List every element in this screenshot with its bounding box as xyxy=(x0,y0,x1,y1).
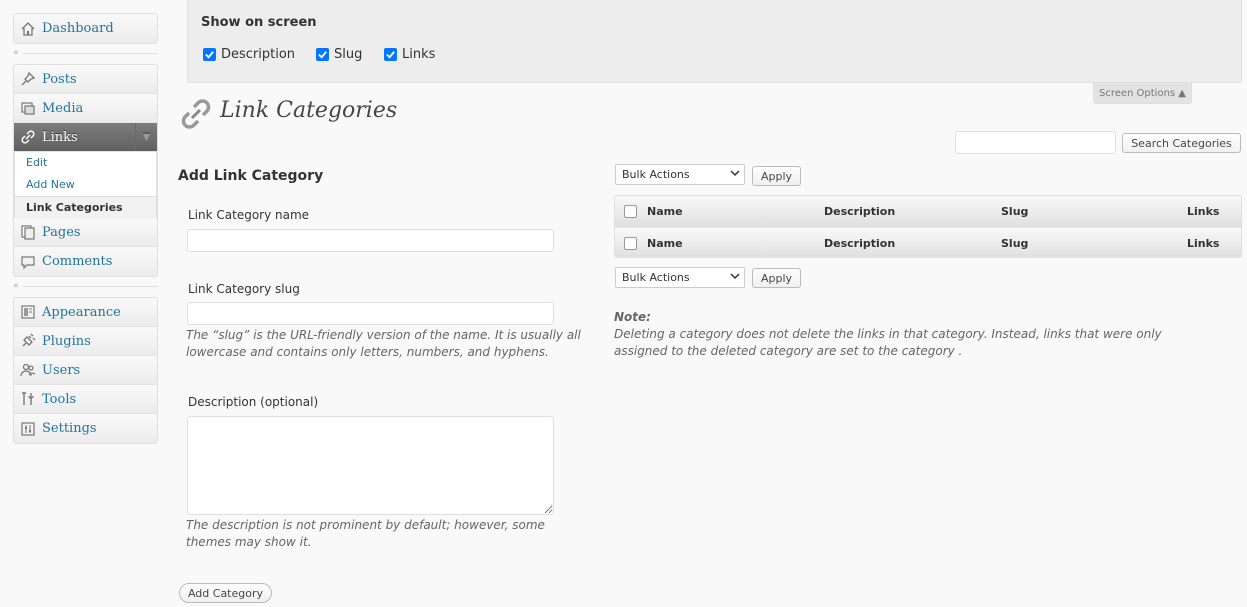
column-description[interactable]: Description xyxy=(824,205,895,218)
table-footer: Name Description Slug Links xyxy=(615,227,1241,257)
menu-group-content: Posts Media Links ▼ Edit Add New Link Ca… xyxy=(13,64,158,277)
column-name[interactable]: Name xyxy=(647,205,683,218)
bulk-actions-value: Bulk Actions xyxy=(622,271,690,284)
menu-settings-label: Settings xyxy=(42,421,97,436)
comment-icon xyxy=(20,254,36,270)
menu-plugins[interactable]: Plugins xyxy=(14,327,157,356)
add-category-heading: Add Link Category xyxy=(178,168,324,184)
admin-menu: Dashboard « Posts Media Links ▼ Edit Add… xyxy=(13,13,158,444)
chevron-down-icon xyxy=(730,168,740,181)
users-icon xyxy=(20,362,36,378)
chevron-down-icon xyxy=(730,271,740,284)
slug-hint: The “slug” is the URL-friendly version o… xyxy=(186,328,581,359)
menu-settings[interactable]: Settings xyxy=(14,414,157,443)
bulk-actions-value: Bulk Actions xyxy=(622,168,690,181)
option-description[interactable]: Description xyxy=(203,47,295,62)
menu-posts-label: Posts xyxy=(42,71,77,87)
link-icon xyxy=(178,96,214,132)
checkbox-icon[interactable] xyxy=(316,48,329,61)
screen-options-panel: Show on screen Description Slug Links xyxy=(187,0,1242,83)
plug-icon xyxy=(20,333,36,349)
menu-users-label: Users xyxy=(42,362,81,378)
search-categories-button[interactable]: Search Categories xyxy=(1122,133,1241,153)
bulk-actions-select-bottom[interactable]: Bulk Actions xyxy=(615,267,745,288)
menu-tools[interactable]: Tools xyxy=(14,385,157,414)
column-links[interactable]: Links xyxy=(1187,205,1219,218)
search-input[interactable] xyxy=(955,131,1116,154)
categories-table: Name Description Slug Links Name Descrip… xyxy=(614,195,1242,258)
name-label: Link Category name xyxy=(188,208,310,222)
menu-pages[interactable]: Pages xyxy=(14,218,157,247)
menu-pages-label: Pages xyxy=(42,224,81,240)
menu-links[interactable]: Links ▼ xyxy=(14,123,157,152)
table-header: Name Description Slug Links xyxy=(615,196,1241,227)
option-links-label: Links xyxy=(402,47,436,62)
option-slug[interactable]: Slug xyxy=(316,47,362,62)
menu-group-admin: Appearance Plugins Users Tools Settings xyxy=(13,297,158,444)
submenu-edit[interactable]: Edit xyxy=(15,152,156,174)
menu-separator-2[interactable]: « xyxy=(13,277,158,297)
column-links[interactable]: Links xyxy=(1187,237,1219,250)
name-input[interactable] xyxy=(187,229,554,252)
add-category-button[interactable]: Add Category xyxy=(179,583,272,603)
submenu-add-new[interactable]: Add New xyxy=(15,174,156,196)
note-title: Note: xyxy=(614,310,651,324)
menu-plugins-label: Plugins xyxy=(42,333,91,349)
dashboard-icon xyxy=(20,21,36,37)
menu-dashboard[interactable]: Dashboard xyxy=(14,14,157,43)
screen-options-heading: Show on screen xyxy=(201,15,317,30)
media-icon xyxy=(20,100,36,116)
links-submenu: Edit Add New Link Categories xyxy=(14,152,157,218)
select-all-checkbox[interactable] xyxy=(624,236,637,250)
menu-comments[interactable]: Comments xyxy=(14,247,157,276)
column-slug[interactable]: Slug xyxy=(1001,205,1028,218)
menu-links-label: Links xyxy=(42,129,78,145)
checkbox-icon[interactable] xyxy=(384,48,397,61)
submenu-link-categories[interactable]: Link Categories xyxy=(15,196,156,218)
settings-icon xyxy=(20,421,36,437)
menu-dashboard-label: Dashboard xyxy=(42,21,114,36)
menu-tools-label: Tools xyxy=(42,391,77,407)
menu-appearance-label: Appearance xyxy=(42,304,121,320)
pages-icon xyxy=(20,224,36,240)
menu-toggle-icon[interactable]: ▼ xyxy=(135,123,157,151)
appearance-icon xyxy=(20,304,36,320)
menu-comments-label: Comments xyxy=(42,254,113,269)
slug-label: Link Category slug xyxy=(188,282,300,296)
menu-separator[interactable]: « xyxy=(13,44,158,64)
tools-icon xyxy=(20,391,36,407)
option-links[interactable]: Links xyxy=(384,47,435,62)
option-slug-label: Slug xyxy=(334,47,363,62)
column-slug[interactable]: Slug xyxy=(1001,237,1028,250)
column-description[interactable]: Description xyxy=(824,237,895,250)
checkbox-icon[interactable] xyxy=(203,48,216,61)
menu-posts[interactable]: Posts xyxy=(14,65,157,94)
menu-group-dashboard: Dashboard xyxy=(13,13,158,44)
description-label: Description (optional) xyxy=(188,395,319,409)
option-description-label: Description xyxy=(221,47,296,62)
note-text: Deleting a category does not delete the … xyxy=(614,327,1162,358)
bulk-actions-select[interactable]: Bulk Actions xyxy=(615,164,745,185)
description-textarea[interactable] xyxy=(187,416,554,515)
pushpin-icon xyxy=(20,71,36,87)
column-name[interactable]: Name xyxy=(647,237,683,250)
menu-media[interactable]: Media xyxy=(14,94,157,123)
apply-button-bottom[interactable]: Apply xyxy=(752,268,801,288)
menu-media-label: Media xyxy=(42,100,84,116)
slug-input[interactable] xyxy=(187,302,554,325)
select-all-checkbox[interactable] xyxy=(624,205,637,218)
screen-options-tab[interactable]: Screen Options ▲ xyxy=(1093,83,1192,104)
description-hint: The description is not prominent by defa… xyxy=(186,518,545,549)
apply-button[interactable]: Apply xyxy=(752,166,801,186)
menu-appearance[interactable]: Appearance xyxy=(14,298,157,327)
link-icon xyxy=(20,129,36,145)
page-title: Link Categories xyxy=(220,98,398,123)
menu-users[interactable]: Users xyxy=(14,356,157,385)
